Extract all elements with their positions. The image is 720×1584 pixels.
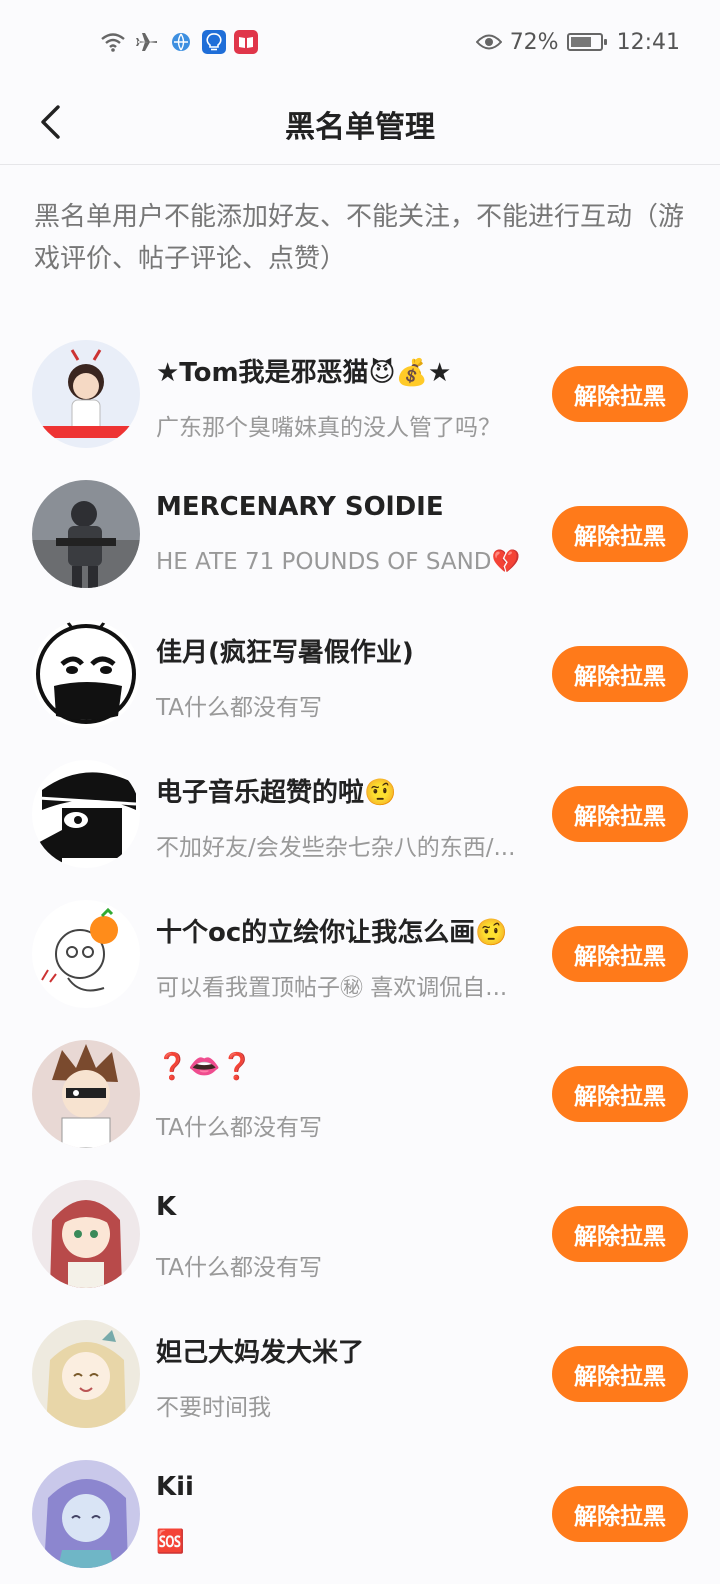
orange-doodle-avatar-icon[interactable] xyxy=(32,900,140,1008)
wifi-icon xyxy=(100,29,126,55)
blocked-user-row: 十个oc的立绘你让我怎么画🤨 可以看我置顶帖子㊙ 喜欢调侃自... 解除拉黑 xyxy=(0,884,720,1024)
unblock-button[interactable]: 解除拉黑 xyxy=(552,1066,688,1122)
user-bio: 🆘 xyxy=(156,1529,185,1555)
blocked-user-list: ★Tom我是邪恶猫😈💰★ 广东那个臭嘴妹真的没人管了吗？ 解除拉黑 MERCEN… xyxy=(0,324,720,1584)
unblock-button[interactable]: 解除拉黑 xyxy=(552,646,688,702)
user-bio: TA什么都没有写 xyxy=(156,1255,322,1281)
unblock-button[interactable]: 解除拉黑 xyxy=(552,1486,688,1542)
eye-icon xyxy=(475,29,502,55)
user-name: 电子音乐超赞的啦🤨 xyxy=(156,778,397,808)
user-bio: 不加好友/会发些杂七杂八的东西/... xyxy=(156,835,516,861)
anime-boy-avatar-icon[interactable] xyxy=(32,1040,140,1148)
battery-fill xyxy=(570,37,591,47)
user-bio: 不要时间我 xyxy=(156,1395,271,1421)
unblock-button[interactable]: 解除拉黑 xyxy=(552,786,688,842)
status-icons-left xyxy=(100,29,258,55)
browser-icon xyxy=(168,29,194,55)
user-name: ★Tom我是邪恶猫😈💰★ xyxy=(156,358,452,388)
girl-avatar-icon[interactable] xyxy=(32,340,140,448)
blocked-user-row: K TA什么都没有写 解除拉黑 xyxy=(0,1164,720,1304)
user-name: 佳月(疯狂写暑假作业) xyxy=(156,638,414,668)
page-title: 黑名单管理 xyxy=(285,110,435,145)
user-bio: TA什么都没有写 xyxy=(156,695,322,721)
blacklist-description: 黑名单用户不能添加好友、不能关注，不能进行互动（游戏评价、帖子评论、点赞） xyxy=(34,202,685,274)
shadow-figure-avatar-icon[interactable] xyxy=(32,760,140,868)
masked-face-avatar-icon[interactable] xyxy=(32,620,140,728)
clock: 12:41 xyxy=(616,29,680,55)
user-name: MERCENARY SOlDIE xyxy=(156,492,444,522)
unblock-button[interactable]: 解除拉黑 xyxy=(552,366,688,422)
unblock-button[interactable]: 解除拉黑 xyxy=(552,926,688,982)
user-name: ❓👄❓ xyxy=(156,1052,254,1082)
unblock-button[interactable]: 解除拉黑 xyxy=(552,1346,688,1402)
status-bar: 72% 12:41 xyxy=(0,0,720,84)
blocked-user-row: ❓👄❓ TA什么都没有写 解除拉黑 xyxy=(0,1024,720,1164)
user-bio: 广东那个臭嘴妹真的没人管了吗？ xyxy=(156,415,501,441)
user-name: K xyxy=(156,1192,177,1222)
user-bio: TA什么都没有写 xyxy=(156,1115,322,1141)
anime-girl-avatar-icon[interactable] xyxy=(32,1180,140,1288)
user-bio: HE ATE 71 POUNDS OF SAND💔 xyxy=(156,549,521,575)
blocked-user-row: 电子音乐超赞的啦🤨 不加好友/会发些杂七杂八的东西/... 解除拉黑 xyxy=(0,744,720,884)
unblock-button[interactable]: 解除拉黑 xyxy=(552,506,688,562)
airplane-icon xyxy=(134,29,160,55)
user-name: 十个oc的立绘你让我怎么画🤨 xyxy=(156,918,508,948)
blocked-user-row: MERCENARY SOlDIE HE ATE 71 POUNDS OF SAN… xyxy=(0,464,720,604)
blocked-user-row: Kii 🆘 解除拉黑 xyxy=(0,1444,720,1584)
blonde-anime-avatar-icon[interactable] xyxy=(32,1320,140,1428)
unblock-button[interactable]: 解除拉黑 xyxy=(552,1206,688,1262)
book-app-icon xyxy=(234,30,258,54)
user-bio: 可以看我置顶帖子㊙ 喜欢调侃自... xyxy=(156,975,508,1001)
battery-icon xyxy=(566,33,607,51)
nav-header: 黑名单管理 xyxy=(0,84,720,165)
lightbulb-app-icon xyxy=(202,30,226,54)
user-name: Kii xyxy=(156,1472,194,1502)
blocked-user-row: 佳月(疯狂写暑假作业) TA什么都没有写 解除拉黑 xyxy=(0,604,720,744)
battery-percent: 72% xyxy=(509,29,559,55)
blue-anime-avatar-icon[interactable] xyxy=(32,1460,140,1568)
blocked-user-row: ★Tom我是邪恶猫😈💰★ 广东那个臭嘴妹真的没人管了吗？ 解除拉黑 xyxy=(0,324,720,464)
soldier-avatar-icon[interactable] xyxy=(32,480,140,588)
blocked-user-row: 妲己大妈发大米了 不要时间我 解除拉黑 xyxy=(0,1304,720,1444)
status-icons-right: 72% 12:41 xyxy=(475,29,680,55)
user-name: 妲己大妈发大米了 xyxy=(156,1338,365,1368)
